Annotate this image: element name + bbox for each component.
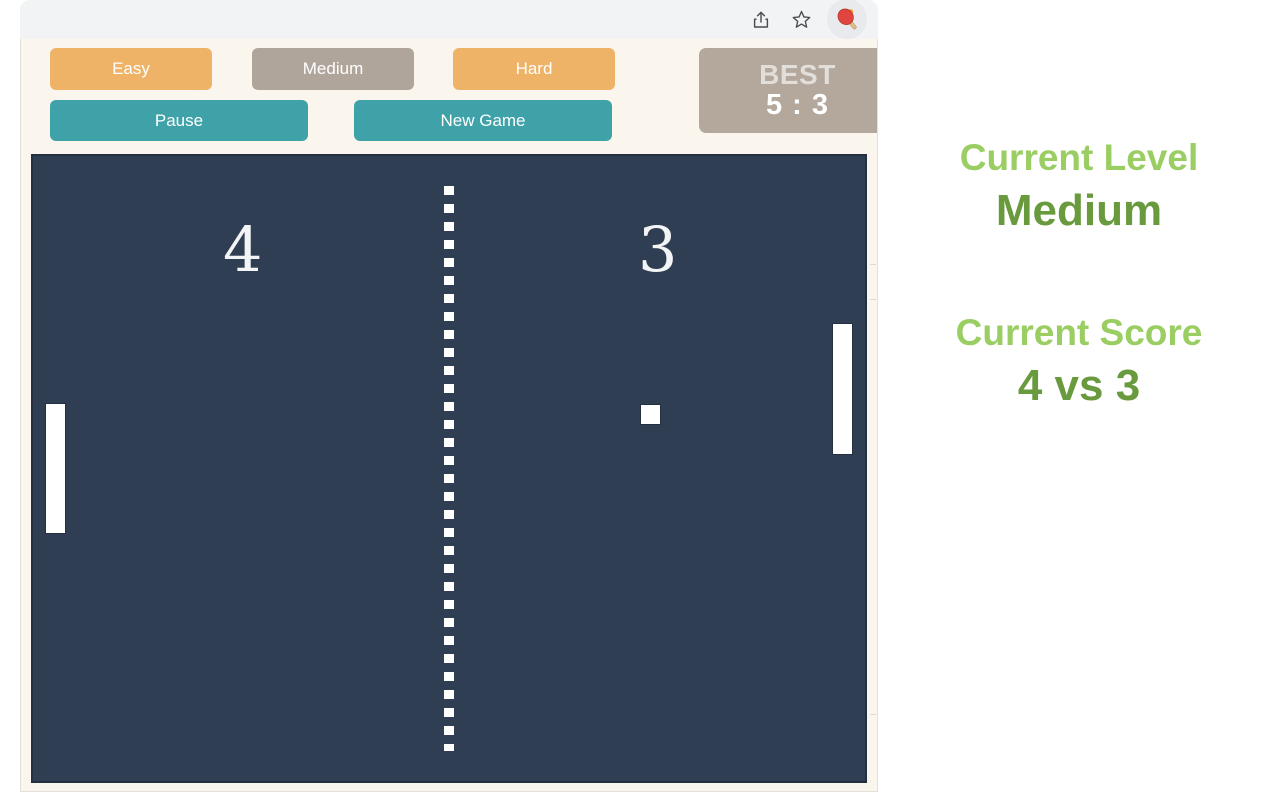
ping-pong-paddle-icon[interactable] — [828, 0, 866, 38]
current-level-label: Current Level — [959, 137, 1199, 178]
player-paddle-right[interactable] — [832, 323, 853, 455]
current-score-value: 4 vs 3 — [1017, 360, 1141, 410]
difficulty-button-easy[interactable]: Easy — [50, 48, 212, 90]
best-score-value: 5 : 3 — [765, 88, 830, 121]
share-icon[interactable] — [748, 7, 774, 33]
difficulty-button-medium[interactable]: Medium — [252, 48, 414, 90]
player-paddle-left[interactable] — [45, 403, 66, 534]
pong-ball — [640, 404, 661, 425]
pause-button[interactable]: Pause — [50, 100, 308, 141]
best-score-box: BEST 5 : 3 — [699, 48, 877, 133]
board-left-score: 4 — [223, 213, 263, 286]
browser-toolbar-strip — [20, 0, 878, 39]
difficulty-button-hard[interactable]: Hard — [453, 48, 615, 90]
pong-game-board[interactable]: 4 3 — [31, 154, 867, 783]
board-center-dashed-line — [444, 186, 454, 751]
status-panel: Current Level Medium Current Score 4 vs … — [878, 0, 1280, 800]
best-score-label: BEST — [759, 59, 836, 90]
board-right-score: 3 — [638, 213, 678, 286]
current-score-label: Current Score — [955, 312, 1203, 353]
browser-toolbar-icons — [748, 0, 874, 39]
popup-scrollbar[interactable] — [869, 39, 877, 791]
current-level-block: Current Level Medium — [878, 137, 1280, 235]
current-level-value: Medium — [995, 185, 1163, 235]
extension-popup: Easy Medium Hard Pause New Game BEST 5 :… — [20, 39, 878, 792]
new-game-button[interactable]: New Game — [354, 100, 612, 141]
current-score-block: Current Score 4 vs 3 — [878, 312, 1280, 410]
game-controls: Easy Medium Hard Pause New Game BEST 5 :… — [31, 48, 877, 141]
bookmark-star-icon[interactable] — [788, 7, 814, 33]
page-root: Easy Medium Hard Pause New Game BEST 5 :… — [0, 0, 1280, 800]
